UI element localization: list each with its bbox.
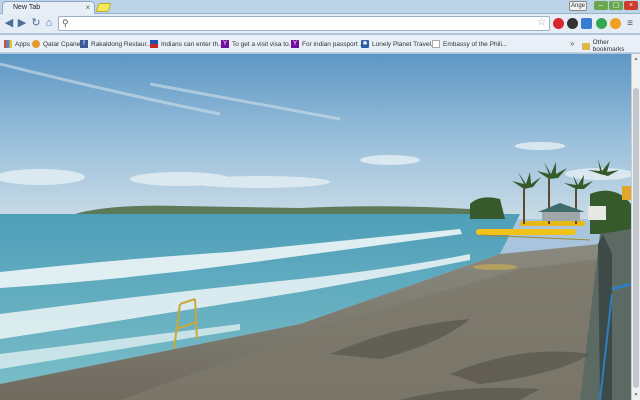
new-tab-background-image — [0, 54, 631, 400]
scroll-down-arrow-icon[interactable]: ▼ — [633, 392, 639, 398]
user-profile-badge[interactable]: Ange — [569, 1, 587, 11]
page-scrollbar[interactable]: ▲ ▼ — [631, 54, 640, 400]
bookmark-indians-can-enter[interactable]: Indians can enter th... — [150, 39, 224, 49]
sky — [0, 54, 631, 219]
smiley-extension-icon[interactable] — [610, 18, 621, 29]
other-bookmarks-folder[interactable]: Other bookmarks — [582, 39, 640, 53]
reload-button[interactable]: ↻ — [30, 17, 42, 30]
tab-close-icon[interactable]: × — [85, 3, 90, 12]
lonely-planet-icon: ✱ — [361, 40, 369, 48]
search-icon: ⚲ — [62, 18, 69, 28]
tab-new-tab[interactable]: New Tab × — [2, 1, 95, 14]
yahoo-icon: Y — [291, 40, 299, 48]
tab-title: New Tab — [13, 4, 41, 11]
translate-extension-icon[interactable] — [581, 18, 592, 29]
signboard — [622, 186, 631, 200]
forward-button[interactable]: ▶ — [16, 17, 28, 30]
bookmark-qatar-cpanel[interactable]: Qatar Cpanel — [32, 39, 82, 49]
maximize-button[interactable]: ▢ — [609, 1, 623, 10]
bookmark-apps[interactable]: Apps — [4, 39, 30, 49]
bookmarks-bar: Apps Qatar Cpanel f Rakaldong Restaur...… — [0, 35, 640, 53]
facebook-icon: f — [80, 40, 88, 48]
home-button[interactable]: ⌂ — [43, 17, 55, 30]
clock-extension-icon[interactable] — [567, 18, 578, 29]
page-icon — [432, 40, 440, 48]
bookmark-embassy[interactable]: Embassy of the Phili... — [432, 39, 507, 49]
new-tab-button[interactable] — [95, 3, 112, 12]
omnibox-input[interactable] — [73, 18, 533, 29]
adblock-extension-icon[interactable] — [553, 18, 564, 29]
folder-icon — [582, 42, 590, 50]
minimize-button[interactable]: – — [594, 1, 608, 10]
menu-icon[interactable]: ≡ — [624, 17, 636, 30]
philippines-flag-icon — [150, 40, 158, 48]
bookmark-lonely-planet[interactable]: ✱ Lonely Planet Travel... — [361, 39, 436, 49]
beach-scene — [0, 54, 631, 400]
scroll-up-arrow-icon[interactable]: ▲ — [633, 56, 639, 62]
bookmark-star-icon[interactable]: ☆ — [537, 17, 546, 28]
bookmark-rakaldong[interactable]: f Rakaldong Restaur... — [80, 39, 152, 49]
bookmark-visit-visa[interactable]: Y To get a visit visa to... — [221, 39, 294, 49]
close-window-button[interactable]: × — [624, 1, 638, 10]
bookmark-indian-passport[interactable]: Y For indian passport ... — [291, 39, 365, 49]
toolbar: ◀ ▶ ↻ ⌂ ⚲ ☆ ≡ — [0, 14, 640, 34]
omnibox[interactable]: ⚲ ☆ — [58, 16, 550, 31]
scroll-thumb[interactable] — [633, 88, 639, 388]
yahoo-icon: Y — [221, 40, 229, 48]
tab-strip: New Tab × Ange – ▢ × — [0, 0, 640, 14]
shield-extension-icon[interactable] — [596, 18, 607, 29]
cpanel-icon — [32, 40, 40, 48]
apps-grid-icon — [4, 40, 12, 48]
back-button[interactable]: ◀ — [3, 17, 15, 30]
bookmarks-overflow-chevron[interactable]: » — [570, 39, 574, 48]
